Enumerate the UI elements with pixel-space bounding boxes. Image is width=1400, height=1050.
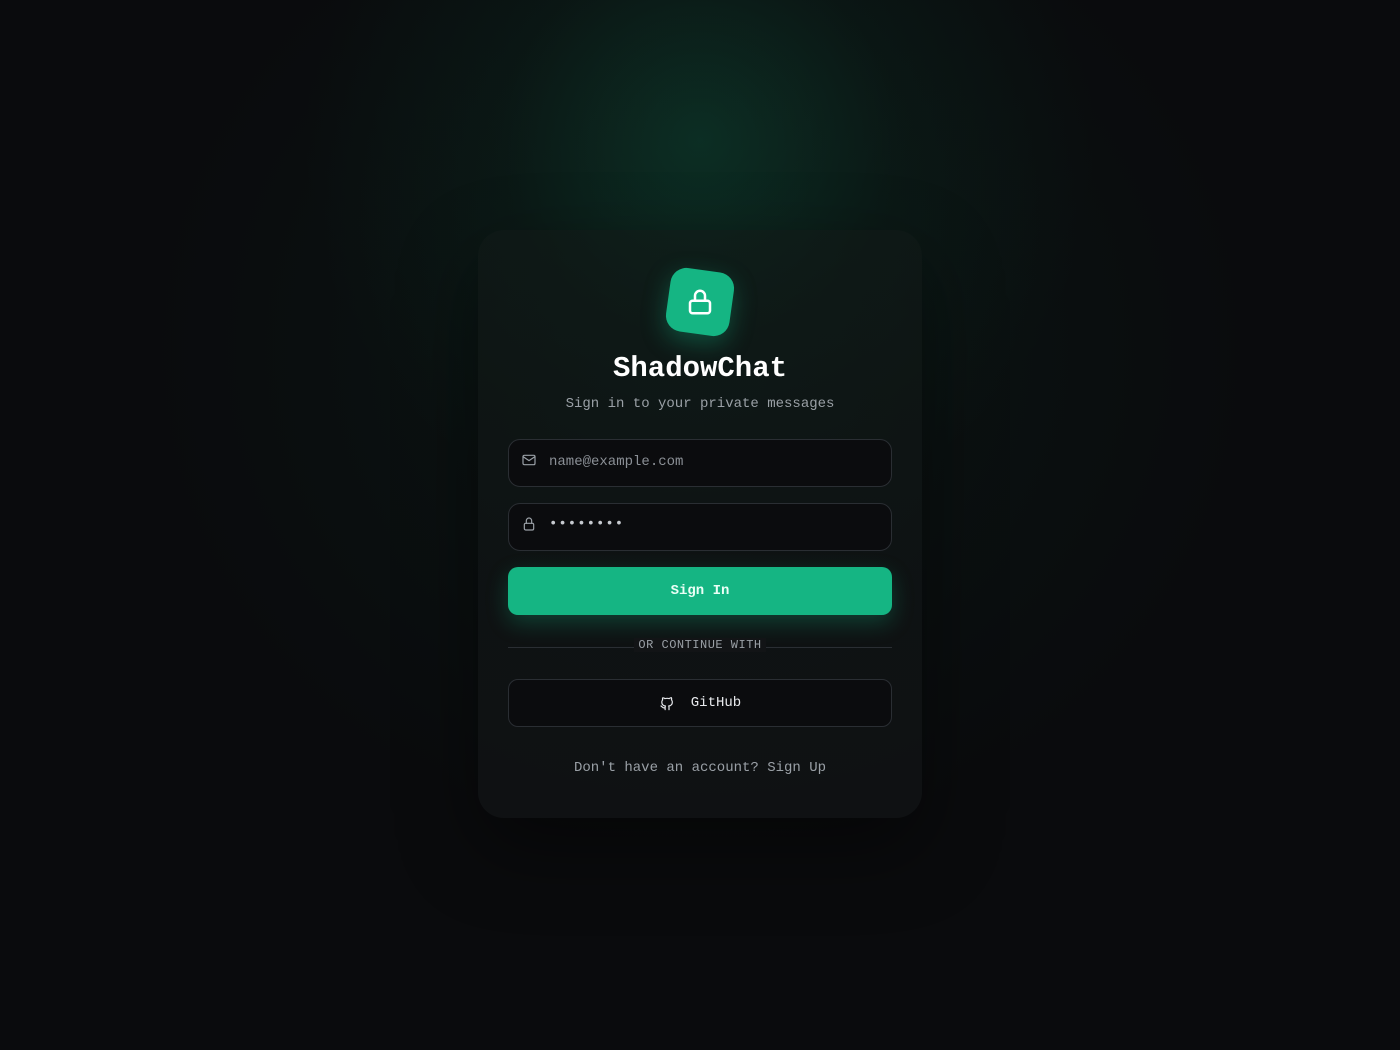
login-page: ShadowChat Sign in to your private messa… (0, 0, 1400, 1050)
email-field[interactable]: name@example.com (508, 439, 892, 487)
github-label: GitHub (690, 695, 742, 711)
github-button[interactable]: GitHub (508, 679, 892, 727)
password-field[interactable]: •••••••• (508, 503, 892, 551)
app-logo (663, 265, 737, 339)
signup-prompt: Don't have an account? Sign Up (478, 760, 922, 776)
sign-up-link[interactable]: Sign Up (767, 760, 826, 776)
divider-label: OR CONTINUE WITH (634, 638, 766, 652)
lock-icon (523, 517, 535, 531)
email-placeholder: name@example.com (549, 454, 684, 470)
password-value: •••••••• (549, 516, 625, 532)
mail-icon (522, 454, 536, 466)
app-subtitle: Sign in to your private messages (565, 396, 835, 412)
app-title: ShadowChat (612, 352, 788, 385)
github-icon (660, 697, 673, 711)
signup-prompt-text: Don't have an account? (573, 760, 759, 776)
lock-icon (688, 289, 712, 315)
sign-in-button[interactable]: Sign In (508, 567, 892, 615)
